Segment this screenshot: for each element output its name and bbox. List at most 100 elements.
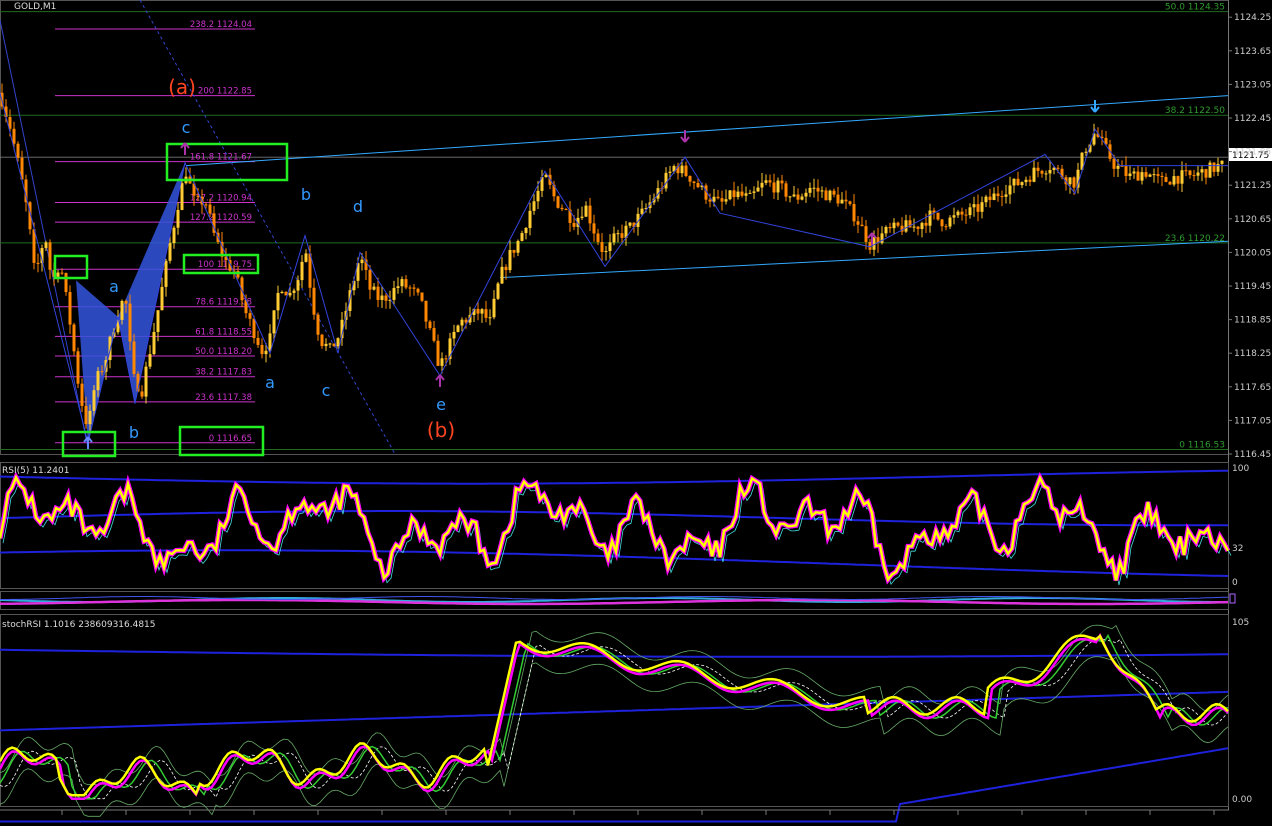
candle-body <box>528 210 532 228</box>
candle-body <box>1008 185 1012 195</box>
candle-body <box>1192 175 1196 177</box>
wave-label: c <box>182 118 191 137</box>
candle-body <box>928 210 932 226</box>
candle-body <box>148 354 152 367</box>
candle-body <box>360 259 364 264</box>
fib-level-label: 127.2 1120.59 <box>190 213 252 223</box>
candle-body <box>168 243 172 261</box>
candle-body <box>628 222 632 226</box>
level-label: 38.2 1122.50 <box>1165 106 1225 116</box>
candle-body <box>12 128 16 144</box>
candle-body <box>492 298 496 318</box>
level-label: 50.0 1124.35 <box>1165 3 1225 13</box>
candle-body <box>488 317 492 319</box>
candle-body <box>444 358 448 360</box>
candle-body <box>960 211 964 215</box>
candle-body <box>296 280 300 291</box>
candle-body <box>996 193 1000 197</box>
candle-body <box>564 209 568 211</box>
candle-body <box>56 272 60 277</box>
candle-body <box>312 287 316 315</box>
price-tick-label: 1117.65 <box>1234 383 1271 393</box>
candle-body <box>1168 181 1172 185</box>
price-tick-label: 1117.05 <box>1234 416 1271 426</box>
price-tick-label: 1120.65 <box>1234 215 1271 225</box>
candle-body <box>764 180 768 183</box>
candle-body <box>924 222 928 226</box>
candle-body <box>400 279 404 287</box>
candle-body <box>968 207 972 216</box>
candle-body <box>1188 170 1192 176</box>
candle-body <box>72 324 76 352</box>
candle-body <box>1012 178 1016 186</box>
candle-body <box>1016 178 1020 186</box>
candle-body <box>692 181 696 184</box>
candle-body <box>1044 173 1048 175</box>
candle-body <box>720 198 724 202</box>
candle-body <box>248 313 252 319</box>
trading-chart[interactable]: 50.0 1124.3538.2 1122.5023.6 1120.220 11… <box>0 0 1272 826</box>
candle-body <box>1148 174 1152 177</box>
candle-body <box>440 358 444 366</box>
candle-body <box>756 187 760 192</box>
price-tick-label: 1123.65 <box>1234 47 1271 57</box>
candle-body <box>1128 173 1132 177</box>
candle-body <box>964 214 968 216</box>
candle-body <box>1036 167 1040 171</box>
candle-body <box>208 204 212 214</box>
candle-body <box>504 266 508 271</box>
candle-body <box>300 261 304 281</box>
candle-body <box>832 190 836 195</box>
rsi-title: RSI(5) 11.2401 <box>2 466 69 476</box>
candle-body <box>520 233 524 241</box>
candle-body <box>128 303 132 342</box>
candle-body <box>372 286 376 290</box>
candle-body <box>1068 177 1072 185</box>
candle-body <box>828 190 832 201</box>
wave-label: (a) <box>168 75 196 99</box>
candle-body <box>1212 162 1216 172</box>
candle-body <box>368 269 372 290</box>
candle-body <box>180 183 184 210</box>
candle-body <box>1048 169 1052 174</box>
candle-body <box>796 194 800 200</box>
candle-body <box>616 233 620 235</box>
candle-body <box>80 383 84 406</box>
candle-body <box>280 291 284 293</box>
wave-label: (b) <box>427 418 455 442</box>
wave-label: a <box>265 373 275 392</box>
candle-body <box>408 287 412 289</box>
price-tick-label: 1121.25 <box>1234 181 1271 191</box>
candle-body <box>1116 165 1120 169</box>
stoch-title: stochRSI 1.1016 238609316.4815 <box>2 620 156 630</box>
candle-body <box>1156 174 1160 176</box>
candle-body <box>252 318 256 338</box>
candle-body <box>160 286 164 311</box>
rsi-tick-32: 32 <box>1232 544 1243 554</box>
fib-level-label: 61.8 1118.55 <box>195 327 252 337</box>
candle-body <box>16 143 20 158</box>
candle-body <box>612 233 616 243</box>
candle-body <box>1056 167 1060 169</box>
candle-body <box>608 242 612 252</box>
candle-body <box>1072 177 1076 188</box>
price-tick-label: 1120.05 <box>1234 248 1271 258</box>
candle-body <box>1032 167 1036 182</box>
candle-body <box>752 191 756 193</box>
candle-body <box>320 334 324 347</box>
candle-body <box>556 196 560 208</box>
candle-body <box>696 183 700 188</box>
candle-body <box>48 242 52 270</box>
candle-body <box>944 226 948 228</box>
candle-body <box>904 220 908 232</box>
price-tick-label: 1122.45 <box>1234 114 1271 124</box>
candle-body <box>1180 170 1184 184</box>
candle-body <box>788 196 792 198</box>
candle-body <box>176 209 180 228</box>
price-tick-label: 1119.45 <box>1234 282 1271 292</box>
stoch-tick-105: 105 <box>1232 618 1249 628</box>
price-tick-label: 1118.25 <box>1234 349 1271 359</box>
candle-body <box>724 199 728 202</box>
candle-body <box>956 211 960 216</box>
candle-body <box>480 309 484 314</box>
